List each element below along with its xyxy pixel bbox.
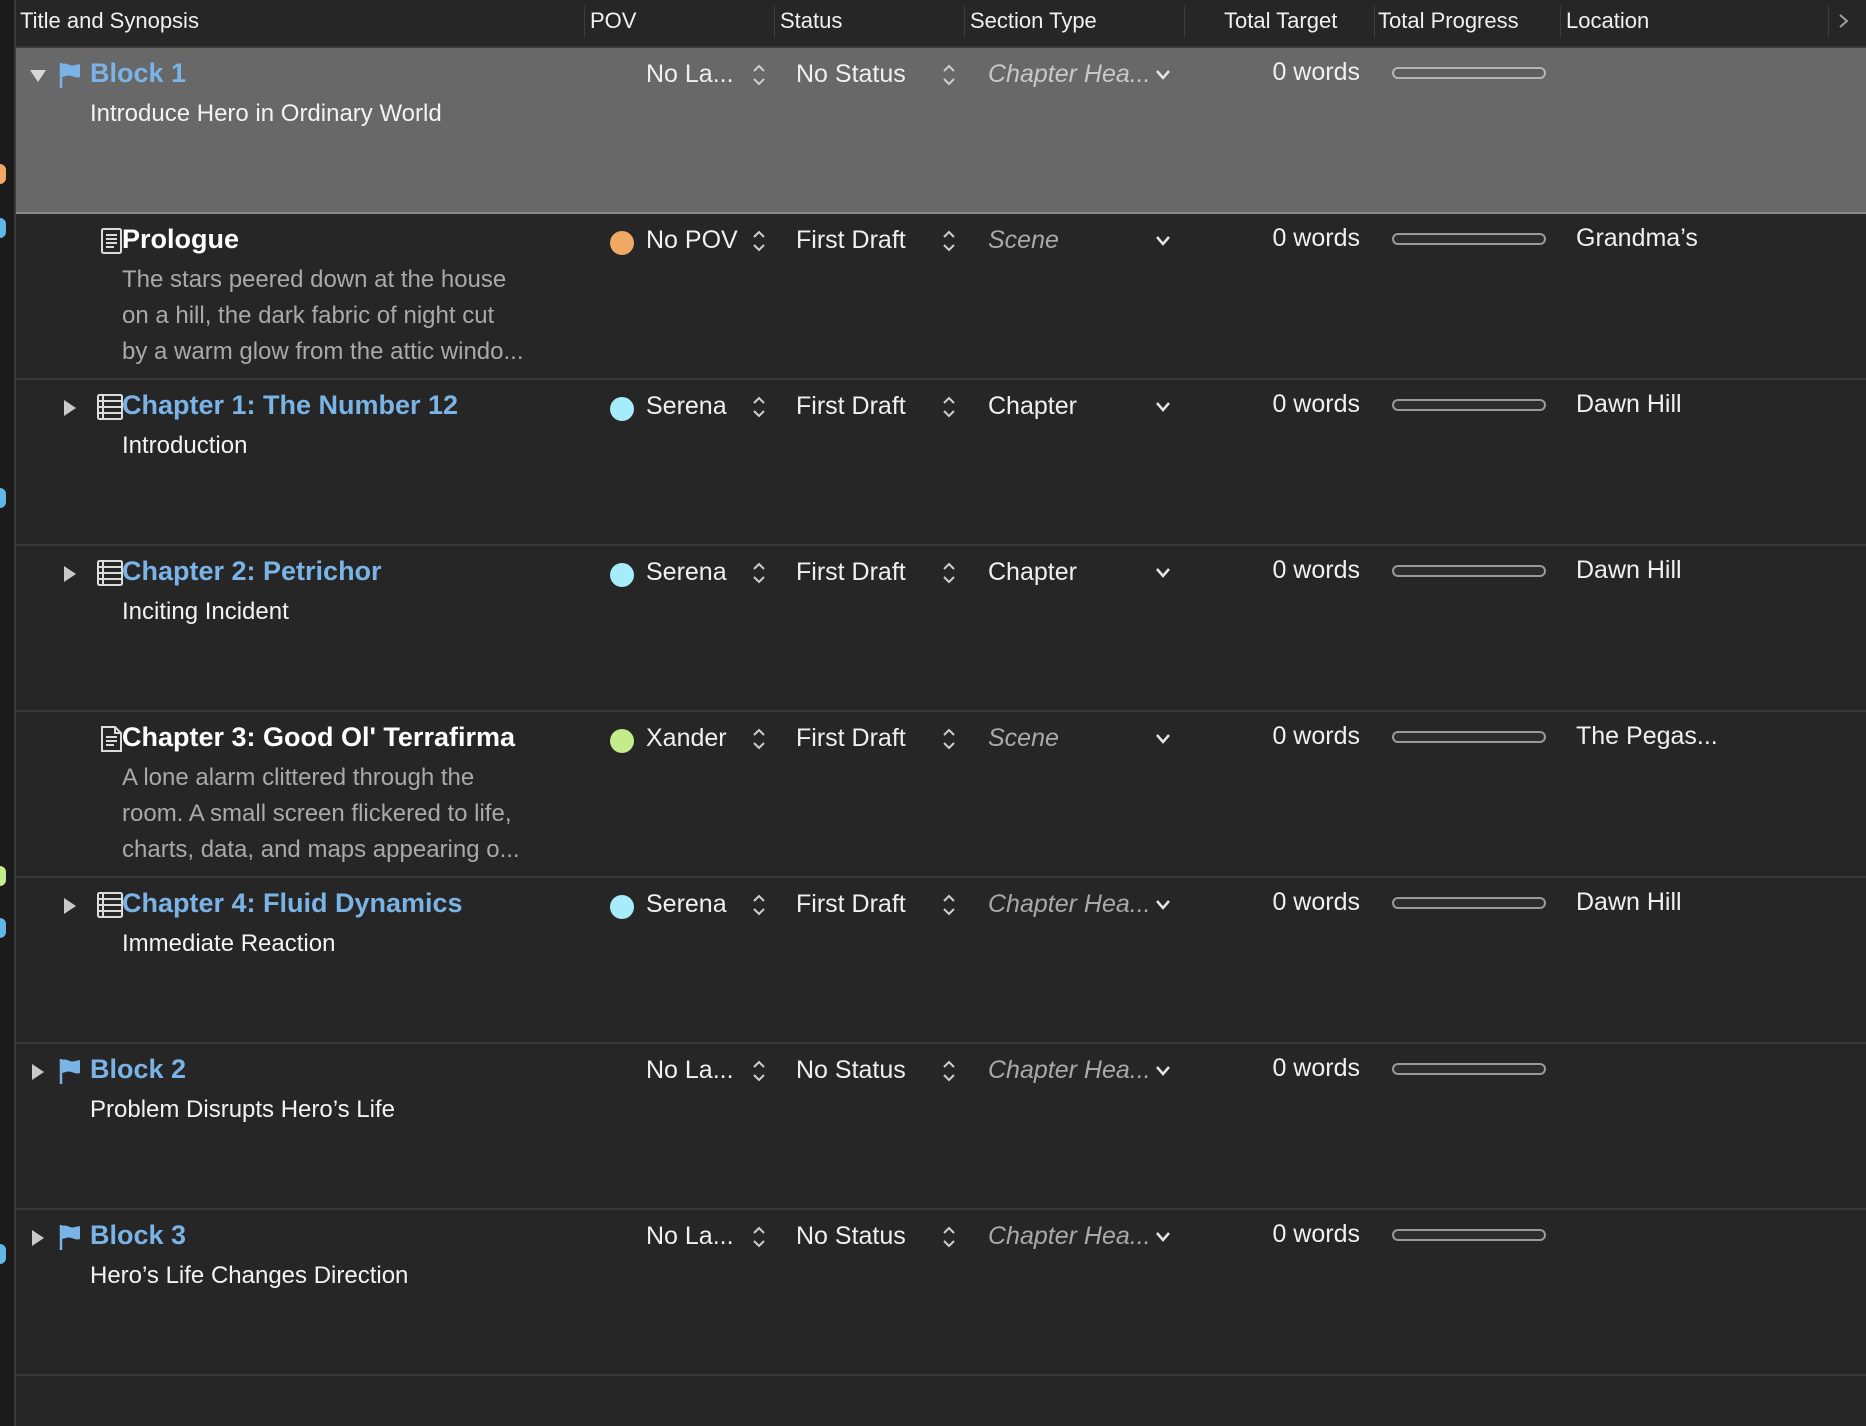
total-target-value: 0 words	[1272, 58, 1360, 86]
outline-row-block-2[interactable]: Block 2 Problem Disrupts Hero’s Life No …	[14, 1044, 1866, 1210]
synopsis-line: Hero’s Life Changes Direction	[90, 1262, 409, 1289]
column-divider[interactable]	[584, 6, 585, 38]
total-progress-bar	[1392, 233, 1546, 245]
synopsis-line: Problem Disrupts Hero’s Life	[90, 1096, 396, 1123]
total-progress-bar	[1392, 731, 1546, 743]
column-header-bar: Title and Synopsis POV Status Section Ty…	[14, 0, 1866, 48]
total-target-value: 0 words	[1272, 1054, 1360, 1082]
total-progress-bar	[1392, 67, 1546, 79]
column-header-status[interactable]: Status	[780, 0, 842, 46]
column-header-total-target[interactable]: Total Target	[1224, 0, 1337, 46]
total-progress-bar	[1392, 399, 1546, 411]
synopsis-line: Inciting Incident	[122, 598, 289, 625]
row-synopsis: Problem Disrupts Hero’s Life	[90, 1092, 395, 1128]
column-divider[interactable]	[964, 6, 965, 38]
total-target-value: 0 words	[1272, 390, 1360, 418]
outline-row-chapter-2[interactable]: Chapter 2: Petrichor Inciting Incident S…	[14, 546, 1866, 712]
row-synopsis: Introduce Hero in Ordinary World	[90, 96, 442, 132]
synopsis-line: charts, data, and maps appearing o...	[122, 836, 520, 863]
synopsis-line: A lone alarm clittered through the	[122, 764, 475, 791]
row-synopsis: The stars peered down at the house on a …	[122, 262, 523, 370]
total-target-value: 0 words	[1272, 556, 1360, 584]
binder-edge	[0, 0, 16, 1426]
column-divider[interactable]	[1374, 6, 1375, 38]
label-marker	[0, 1244, 6, 1264]
total-target-value: 0 words	[1272, 722, 1360, 750]
label-marker	[0, 164, 6, 184]
column-divider[interactable]	[774, 6, 775, 38]
row-synopsis: A lone alarm clittered through the room.…	[122, 760, 520, 868]
outline-row-prologue[interactable]: Prologue The stars peered down at the ho…	[14, 214, 1866, 380]
location-value[interactable]: Dawn Hill	[1576, 888, 1682, 917]
row-synopsis: Immediate Reaction	[122, 926, 335, 962]
label-marker	[0, 866, 6, 886]
location-value[interactable]: Dawn Hill	[1576, 390, 1682, 419]
location-value[interactable]: Dawn Hill	[1576, 556, 1682, 585]
location-value[interactable]: Grandma’s	[1576, 224, 1698, 253]
column-divider[interactable]	[1184, 6, 1185, 38]
row-synopsis: Hero’s Life Changes Direction	[90, 1258, 408, 1294]
total-progress-bar	[1392, 1063, 1546, 1075]
total-target-value: 0 words	[1272, 1220, 1360, 1248]
outline-row-block-3[interactable]: Block 3 Hero’s Life Changes Direction No…	[14, 1210, 1866, 1376]
column-divider[interactable]	[1828, 6, 1829, 38]
total-target-value: 0 words	[1272, 224, 1360, 252]
column-header-location[interactable]: Location	[1566, 0, 1649, 46]
chevron-right-icon[interactable]	[1832, 8, 1856, 34]
synopsis-line: Immediate Reaction	[122, 930, 336, 957]
row-synopsis: Introduction	[122, 428, 247, 464]
total-target-value: 0 words	[1272, 888, 1360, 916]
synopsis-line: The stars peered down at the house	[122, 266, 507, 293]
outline-row-chapter-3[interactable]: Chapter 3: Good Ol' Terrafirma A lone al…	[14, 712, 1866, 878]
synopsis-line: Introduce Hero in Ordinary World	[90, 100, 442, 127]
column-header-pov[interactable]: POV	[590, 0, 636, 46]
outline-row-chapter-4[interactable]: Chapter 4: Fluid Dynamics Immediate Reac…	[14, 878, 1866, 1044]
synopsis-line: on a hill, the dark fabric of night cut	[122, 302, 495, 329]
total-progress-bar	[1392, 565, 1546, 577]
label-marker	[0, 488, 6, 508]
label-marker	[0, 918, 6, 938]
outline-row-chapter-1[interactable]: Chapter 1: The Number 12 Introduction Se…	[14, 380, 1866, 546]
synopsis-line: room. A small screen flickered to life,	[122, 800, 512, 827]
column-header-section-type[interactable]: Section Type	[970, 0, 1097, 46]
column-header-total-progress[interactable]: Total Progress	[1378, 0, 1519, 46]
total-progress-bar	[1392, 1229, 1546, 1241]
column-divider[interactable]	[1560, 6, 1561, 38]
label-marker	[0, 218, 6, 238]
column-header-title-synopsis[interactable]: Title and Synopsis	[20, 0, 199, 46]
location-value[interactable]: The Pegas...	[1576, 722, 1718, 751]
outline-row-block-1[interactable]: Block 1 Introduce Hero in Ordinary World…	[14, 48, 1866, 214]
row-synopsis: Inciting Incident	[122, 594, 289, 630]
total-progress-bar	[1392, 897, 1546, 909]
synopsis-line: by a warm glow from the attic windo...	[122, 338, 524, 365]
synopsis-line: Introduction	[122, 432, 248, 459]
outliner-window: Title and Synopsis POV Status Section Ty…	[0, 0, 1866, 1426]
